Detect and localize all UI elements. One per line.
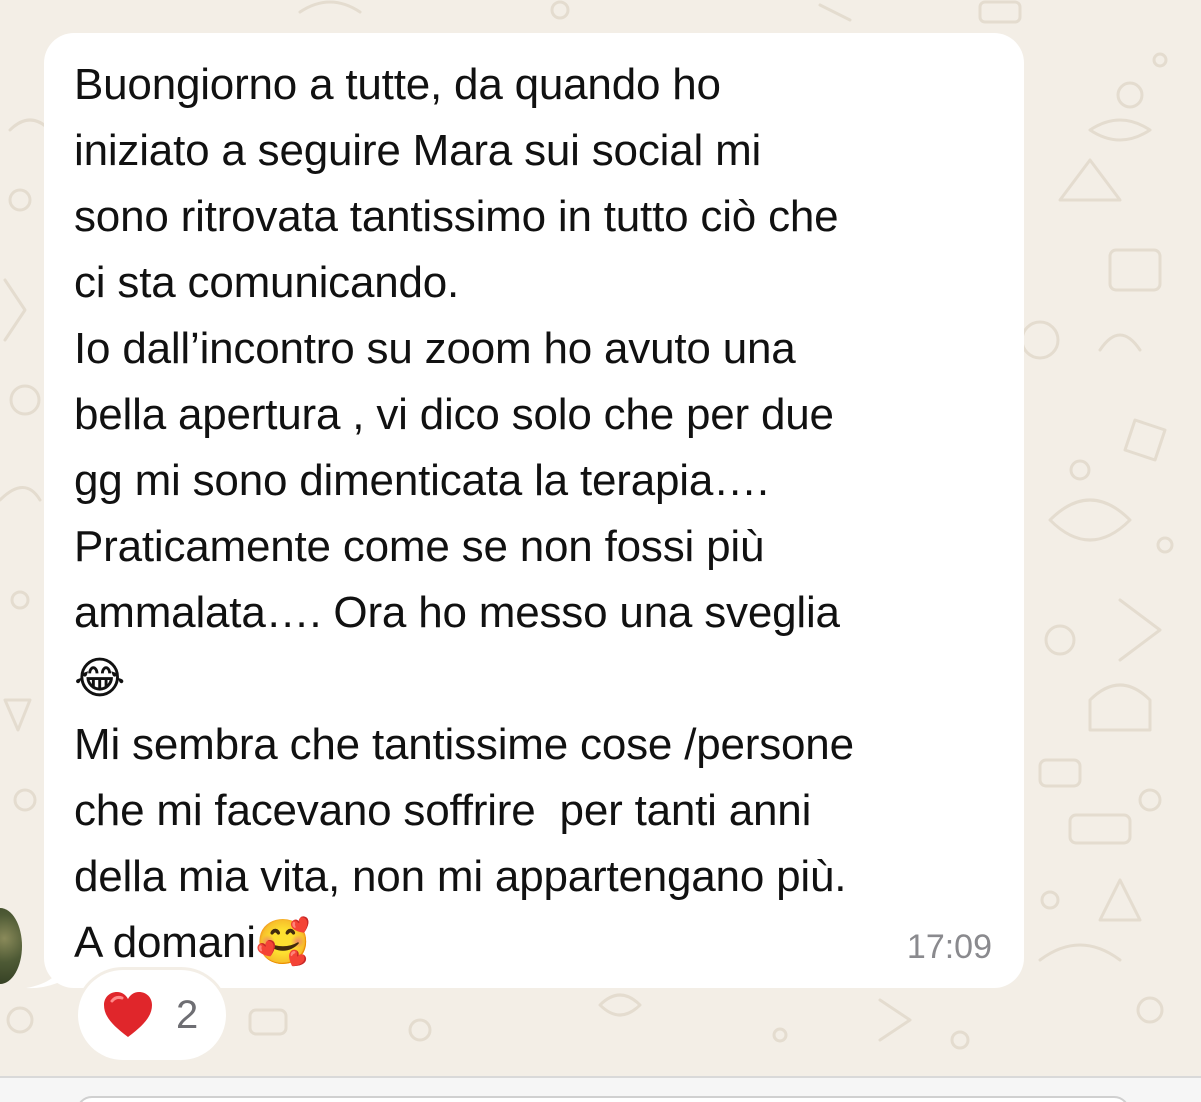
message-line: iniziato a seguire Mara sui social mi [74, 126, 762, 175]
message-line-laughing-emoji: 😂 [74, 654, 126, 703]
message-line: Mi sembra che tantissime cose /persone [74, 720, 854, 769]
message-timestamp: 17:09 [906, 928, 992, 966]
reaction-badge[interactable]: 2 [78, 970, 226, 1060]
message-line: della mia vita, non mi appartengano più. [74, 852, 847, 901]
message-line: Praticamente come se non fossi più [74, 522, 765, 571]
message-line: gg mi sono dimenticata la terapia…. [74, 456, 769, 505]
message-line: Io dall’incontro su zoom ho avuto una [74, 324, 796, 373]
heart-icon [104, 992, 152, 1037]
message-line: che mi facevano soffrire per tanti anni [74, 786, 812, 835]
message-input[interactable] [76, 1096, 1130, 1102]
message-line: Buongiorno a tutte, da quando ho [74, 60, 721, 109]
message-line: sono ritrovata tantissimo in tutto ciò c… [74, 192, 839, 241]
message-text: Buongiorno a tutte, da quando ho iniziat… [74, 52, 1004, 976]
message-line: bella apertura , vi dico solo che per du… [74, 390, 834, 439]
message-line: A domani🥰 [74, 918, 311, 967]
message-line: ammalata…. Ora ho messo una sveglia [74, 588, 840, 637]
message-line: ci sta comunicando. [74, 258, 460, 307]
reaction-count: 2 [176, 992, 199, 1037]
